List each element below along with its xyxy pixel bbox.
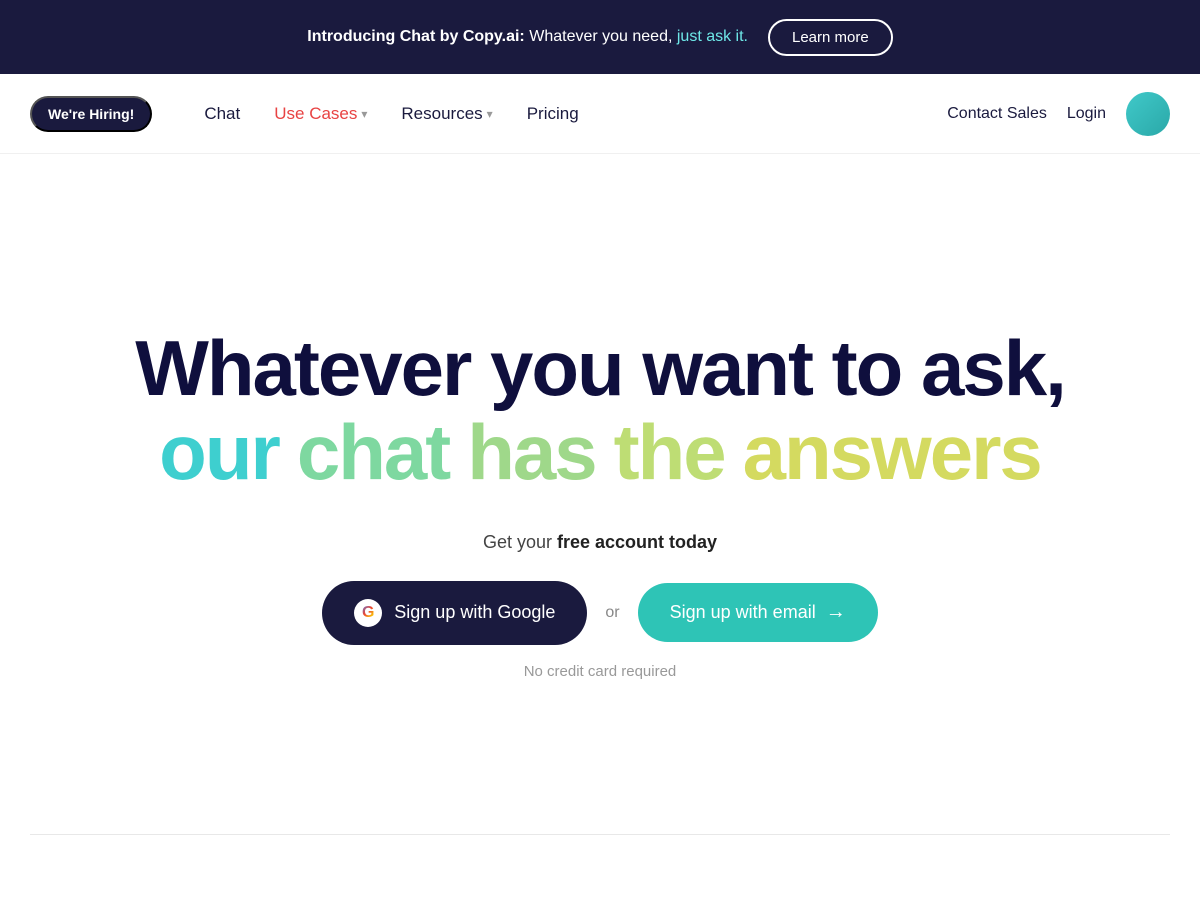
hero-title-line2: our chat has the answers bbox=[159, 410, 1041, 496]
we-are-hiring-button[interactable]: We're Hiring! bbox=[30, 96, 152, 132]
resources-chevron-icon: ▾ bbox=[487, 107, 493, 121]
or-separator: or bbox=[605, 604, 619, 622]
contact-sales-link[interactable]: Contact Sales bbox=[947, 105, 1047, 123]
hero-title-line1: Whatever you want to ask, bbox=[135, 328, 1065, 410]
nav-pricing-label: Pricing bbox=[527, 104, 579, 124]
banner-highlight: just ask it. bbox=[677, 28, 748, 45]
subtitle-prefix: Get your bbox=[483, 532, 557, 552]
hero-buttons: G Sign up with Google or Sign up with em… bbox=[322, 581, 877, 645]
hero-section: Whatever you want to ask, our chat has t… bbox=[0, 154, 1200, 834]
banner-main: Whatever you need, bbox=[529, 28, 677, 45]
login-link[interactable]: Login bbox=[1067, 105, 1106, 123]
announcement-banner: Introducing Chat by Copy.ai: Whatever yo… bbox=[0, 0, 1200, 74]
google-button-label: Sign up with Google bbox=[394, 602, 555, 623]
use-cases-chevron-icon: ▾ bbox=[361, 107, 367, 121]
navbar: We're Hiring! Chat Use Cases ▾ Resources… bbox=[0, 74, 1200, 154]
google-icon: G bbox=[354, 599, 382, 627]
hero-word-our: our bbox=[159, 410, 279, 496]
nav-item-resources[interactable]: Resources ▾ bbox=[389, 96, 504, 132]
nav-links: Chat Use Cases ▾ Resources ▾ Pricing bbox=[192, 96, 947, 132]
arrow-icon: → bbox=[826, 601, 846, 624]
banner-text: Introducing Chat by Copy.ai: Whatever yo… bbox=[307, 28, 748, 46]
sign-up-email-button[interactable]: Sign up with email → bbox=[638, 583, 878, 642]
nav-chat-label: Chat bbox=[204, 104, 240, 124]
subtitle-bold: free account today bbox=[557, 532, 717, 552]
nav-right: Contact Sales Login bbox=[947, 92, 1170, 136]
banner-learn-more-button[interactable]: Learn more bbox=[768, 19, 893, 56]
avatar[interactable] bbox=[1126, 92, 1170, 136]
hero-word-the: the bbox=[614, 410, 725, 496]
nav-item-use-cases[interactable]: Use Cases ▾ bbox=[262, 96, 379, 132]
banner-intro: Introducing Chat by Copy.ai: bbox=[307, 28, 524, 45]
sign-up-google-button[interactable]: G Sign up with Google bbox=[322, 581, 587, 645]
no-credit-card-text: No credit card required bbox=[524, 663, 677, 680]
nav-item-chat[interactable]: Chat bbox=[192, 96, 252, 132]
hero-subtitle: Get your free account today bbox=[483, 532, 717, 553]
hero-word-chat: chat bbox=[297, 410, 449, 496]
hero-word-has: has bbox=[467, 410, 595, 496]
hero-word-answers: answers bbox=[743, 410, 1041, 496]
nav-use-cases-label: Use Cases bbox=[274, 104, 357, 124]
bottom-divider bbox=[30, 834, 1170, 835]
nav-resources-label: Resources bbox=[401, 104, 482, 124]
nav-item-pricing[interactable]: Pricing bbox=[515, 96, 591, 132]
email-button-label: Sign up with email bbox=[670, 602, 816, 623]
